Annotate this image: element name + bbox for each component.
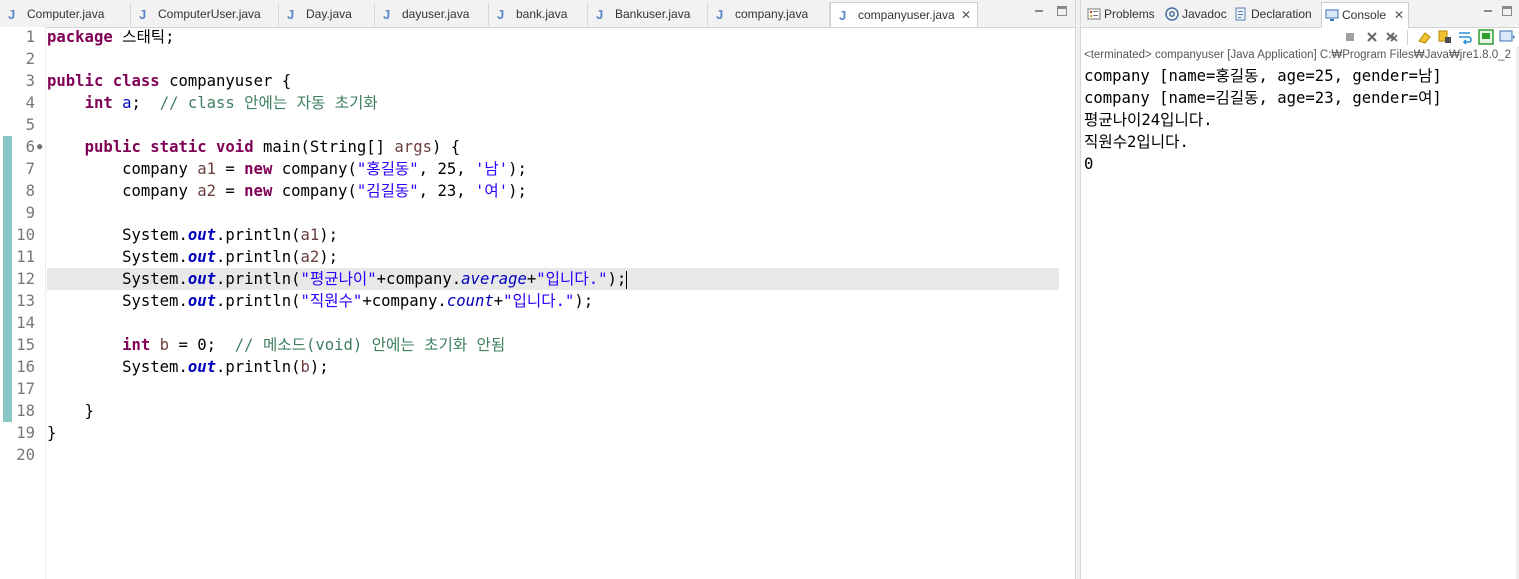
console-output-line: company [name=홍길동, age=25, gender=남] <box>1084 67 1442 85</box>
code-line: 4 int a; // class 안에는 자동 초기화 <box>25 94 378 112</box>
console-output-line: 직원수2입니다. <box>1084 133 1189 151</box>
problems-icon <box>1087 8 1101 20</box>
minimize-icon[interactable] <box>1483 6 1493 16</box>
tab-companyuser-java[interactable]: Jcompanyuser.java ✕ <box>830 2 978 27</box>
code-area[interactable]: 1 package 스태틱; 2 3 public class companyuse… <box>0 26 1075 466</box>
console-output-line: company [name=김길동, age=23, gender=여] <box>1084 89 1442 107</box>
code-line: 6 ● public static void main(String[] args… <box>25 136 461 158</box>
code-line: 19} <box>16 424 57 442</box>
code-line: 18 } <box>16 402 94 420</box>
code-line: 20 <box>16 446 35 464</box>
code-line: 14 <box>16 314 35 332</box>
maximize-icon[interactable] <box>1057 6 1067 16</box>
clear-console-icon[interactable] <box>1417 29 1433 45</box>
editor-tab-bar: J Computer.java J ComputerUser.java J Day.j… <box>0 0 1075 28</box>
maximize-icon[interactable] <box>1502 6 1512 16</box>
java-file-icon: J <box>383 7 391 22</box>
tab-day-java[interactable]: J Day.java <box>279 3 375 26</box>
code-line: 7 company a1 = new company("홍길동", 25, '남… <box>25 160 527 178</box>
tab-problems[interactable]: Problems <box>1087 3 1155 26</box>
java-file-icon: J <box>596 7 604 22</box>
toolbar-separator <box>1407 30 1408 45</box>
remove-launch-icon[interactable] <box>1364 29 1380 45</box>
code-line: 15 int b = 0; // 메소드(void) 안에는 초기화 안됨 <box>16 336 506 354</box>
code-line: 17 <box>16 380 35 398</box>
code-line: 9 <box>25 204 35 222</box>
javadoc-icon <box>1165 7 1179 21</box>
minimize-icon[interactable] <box>1034 6 1044 16</box>
show-console-icon[interactable] <box>1478 29 1494 45</box>
declaration-icon <box>1235 7 1246 21</box>
code-line: 3 public class companyuser { <box>25 72 292 90</box>
tab-company-java[interactable]: Jcompany.java <box>708 3 830 26</box>
java-file-icon: J <box>287 7 295 22</box>
tab-computer-java[interactable]: J Computer.java <box>0 3 131 26</box>
code-line-current: 12 System.out.println("평균나이"+company.ave… <box>0 268 1075 290</box>
java-file-icon: J <box>839 8 847 23</box>
code-line: 8 company a2 = new company("김길동", 23, '여… <box>25 182 527 200</box>
code-line: 2 <box>25 50 35 68</box>
tab-computeruser-java[interactable]: J ComputerUser.java <box>131 3 279 26</box>
scroll-lock-icon[interactable] <box>1437 29 1453 45</box>
code-line: 11 System.out.println(a2); <box>16 248 339 266</box>
terminate-icon[interactable] <box>1342 29 1358 45</box>
tab-javadoc[interactable]: Javadoc <box>1165 3 1227 26</box>
tab-console[interactable]: Console ✕ <box>1321 2 1410 28</box>
console-output-line: 평균나이24입니다. <box>1084 111 1213 129</box>
tab-bankuser-java[interactable]: J Bankuser.java <box>588 3 708 26</box>
view-tab-bar: Problems Javadoc Declaration Console ✕ <box>1081 0 1519 28</box>
remove-all-icon[interactable] <box>1384 29 1400 45</box>
console-output[interactable]: company [name=홍길동, age=25, gender=남] com… <box>1084 65 1442 175</box>
console-status-line: <terminated> companyuser [Java Applicati… <box>1084 49 1511 61</box>
code-line: 13 System.out.println("직원수"+company.coun… <box>16 292 594 310</box>
word-wrap-icon[interactable] <box>1457 29 1473 45</box>
tab-bank-java[interactable]: Jbank.java <box>489 3 588 26</box>
console-toolbar <box>1081 27 1519 47</box>
code-line: 10 System.out.println(a1); <box>16 226 339 244</box>
console-icon <box>1325 9 1339 21</box>
display-selected-console-icon[interactable] <box>1499 29 1515 45</box>
java-file-icon: J <box>8 7 16 22</box>
fold-toggle-icon[interactable]: ● <box>37 136 42 158</box>
java-file-icon: J <box>497 7 505 22</box>
tab-dayuser-java[interactable]: Jdayuser.java <box>375 3 489 26</box>
console-pane: Problems Javadoc Declaration Console ✕ <t… <box>1081 0 1519 579</box>
java-file-icon: J <box>716 7 724 22</box>
text-cursor <box>626 270 628 289</box>
code-line: 5 <box>25 116 35 134</box>
code-line: 1 package 스태틱; <box>25 28 175 46</box>
editor-pane: J Computer.java J ComputerUser.java J Day.j… <box>0 0 1075 579</box>
tab-declaration[interactable]: Declaration <box>1234 3 1312 26</box>
console-output-line: 0 <box>1084 155 1094 173</box>
java-file-icon: J <box>139 7 147 22</box>
close-tab-icon[interactable]: ✕ <box>961 3 971 28</box>
close-tab-icon[interactable]: ✕ <box>1394 8 1404 22</box>
code-line: 16 System.out.println(b); <box>16 358 329 376</box>
